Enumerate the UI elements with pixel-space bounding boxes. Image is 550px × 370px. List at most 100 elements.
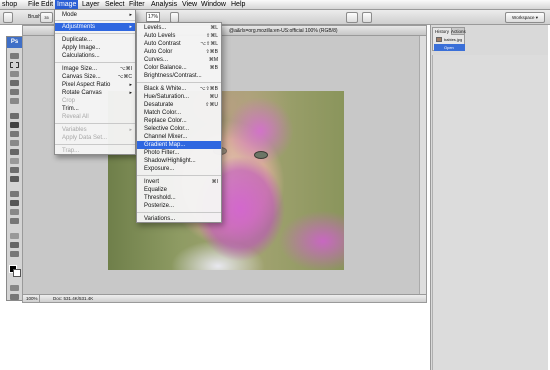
snapshot-label: babies.jpg bbox=[444, 37, 463, 42]
panel-area bbox=[432, 55, 548, 370]
workspace-button[interactable]: Workspace ▾ bbox=[505, 12, 545, 23]
menu-item-levels[interactable]: Levels... ⌘L bbox=[137, 24, 221, 32]
menu-separator bbox=[55, 33, 135, 34]
menu-item-duplicate[interactable]: Duplicate... bbox=[55, 36, 135, 44]
zoom-level[interactable]: 100% bbox=[26, 295, 40, 302]
healing-brush-tool-icon[interactable] bbox=[10, 113, 19, 119]
panel-toggle-button[interactable] bbox=[346, 12, 358, 23]
history-snapshot[interactable]: babies.jpg bbox=[434, 36, 465, 43]
vertical-scrollbar[interactable] bbox=[419, 36, 426, 295]
submenu-arrow-icon: ▸ bbox=[129, 127, 132, 133]
submenu-arrow-icon: ▸ bbox=[129, 24, 132, 30]
menu-item-apply-image[interactable]: Apply Image... bbox=[55, 44, 135, 52]
menu-item-color-balance[interactable]: Color Balance... ⌘B bbox=[137, 64, 221, 72]
menu-view[interactable]: View bbox=[180, 0, 199, 10]
menu-item-desaturate[interactable]: Desaturate ⇧⌘U bbox=[137, 101, 221, 109]
menu-item-brightness-contrast[interactable]: Brightness/Contrast... bbox=[137, 72, 221, 80]
quick-mask-icon[interactable] bbox=[10, 285, 19, 291]
menu-item-canvas-size[interactable]: Canvas Size... ⌥⌘C bbox=[55, 73, 135, 81]
menu-item-auto-color[interactable]: Auto Color ⇧⌘B bbox=[137, 48, 221, 56]
tool-preset-button[interactable] bbox=[3, 12, 13, 23]
history-panel: History Actions babies.jpg Open bbox=[432, 27, 466, 51]
slice-tool-icon[interactable] bbox=[10, 98, 19, 104]
menu-item-variations[interactable]: Variations... bbox=[137, 215, 221, 223]
brush-tool-icon[interactable] bbox=[10, 122, 19, 128]
tools-panel: Ps bbox=[6, 36, 23, 301]
menu-item-equalize[interactable]: Equalize bbox=[137, 186, 221, 194]
menu-item-image-size[interactable]: Image Size... ⌥⌘I bbox=[55, 65, 135, 73]
menu-separator bbox=[55, 144, 135, 145]
history-brush-tool-icon[interactable] bbox=[10, 140, 19, 146]
menu-item-pixel-aspect-ratio[interactable]: Pixel Aspect Ratio ▸ bbox=[55, 81, 135, 89]
tab-actions[interactable]: Actions bbox=[449, 28, 468, 35]
pen-tool-icon[interactable] bbox=[10, 191, 19, 197]
menu-item-channel-mixer[interactable]: Channel Mixer... bbox=[137, 133, 221, 141]
menu-window[interactable]: Window bbox=[199, 0, 228, 10]
menu-item-auto-contrast[interactable]: Auto Contrast ⌥⇧⌘L bbox=[137, 40, 221, 48]
dodge-tool-icon[interactable] bbox=[10, 176, 19, 182]
submenu-arrow-icon: ▸ bbox=[129, 12, 132, 18]
menu-item-hue-saturation[interactable]: Hue/Saturation... ⌘U bbox=[137, 93, 221, 101]
hand-tool-icon[interactable] bbox=[10, 251, 19, 257]
background-color-swatch[interactable] bbox=[13, 269, 21, 277]
brush-picker[interactable]: 35 bbox=[40, 12, 53, 23]
menu-item-trim[interactable]: Trim... bbox=[55, 105, 135, 113]
eraser-tool-icon[interactable] bbox=[10, 149, 19, 155]
gradient-tool-icon[interactable] bbox=[10, 158, 19, 164]
panel-tabs: History Actions bbox=[433, 28, 466, 35]
menu-item-black-white[interactable]: Black & White... ⌥⇧⌘B bbox=[137, 85, 221, 93]
menu-separator bbox=[137, 175, 221, 176]
menu-item-rotate-canvas[interactable]: Rotate Canvas ▸ bbox=[55, 89, 135, 97]
path-selection-tool-icon[interactable] bbox=[10, 209, 19, 215]
menu-item-posterize[interactable]: Posterize... bbox=[137, 202, 221, 210]
eyedropper-tool-icon[interactable] bbox=[10, 242, 19, 248]
menu-analysis[interactable]: Analysis bbox=[149, 0, 179, 10]
menu-separator bbox=[137, 212, 221, 213]
blur-tool-icon[interactable] bbox=[10, 167, 19, 173]
menu-separator bbox=[55, 20, 135, 21]
menu-item-adjustments[interactable]: Adjustments ▸ bbox=[55, 23, 135, 31]
palette-well-button[interactable] bbox=[362, 12, 372, 23]
menu-edit[interactable]: Edit bbox=[39, 0, 55, 10]
crop-tool-icon[interactable] bbox=[10, 89, 19, 95]
menu-item-match-color[interactable]: Match Color... bbox=[137, 109, 221, 117]
menu-item-crop: Crop bbox=[62, 98, 76, 104]
menu-item-invert[interactable]: Invert ⌘I bbox=[137, 178, 221, 186]
clone-stamp-tool-icon[interactable] bbox=[10, 131, 19, 137]
menu-item-curves[interactable]: Curves... ⌘M bbox=[137, 56, 221, 64]
notes-tool-icon[interactable] bbox=[10, 233, 19, 239]
menu-item-calculations[interactable]: Calculations... bbox=[55, 52, 135, 60]
menu-item-variables: Variables ▸ bbox=[62, 127, 132, 133]
menu-item-trap: Trap... bbox=[62, 148, 80, 154]
menu-separator bbox=[55, 123, 135, 124]
snapshot-thumbnail bbox=[436, 37, 442, 42]
menu-item-auto-levels[interactable]: Auto Levels ⇧⌘L bbox=[137, 32, 221, 40]
screen-mode-icon[interactable] bbox=[10, 294, 19, 300]
menu-photoshop[interactable]: shop bbox=[0, 0, 19, 10]
menu-item-exposure[interactable]: Exposure... bbox=[137, 165, 221, 173]
menu-item-photo-filter[interactable]: Photo Filter... bbox=[137, 149, 221, 157]
adjustments-submenu: Levels... ⌘L Auto Levels ⇧⌘L Auto Contrast… bbox=[136, 22, 222, 223]
document-status-bar: 100% Doc: 531.4K/531.4K bbox=[23, 294, 426, 302]
menu-item-threshold[interactable]: Threshold... bbox=[137, 194, 221, 202]
menu-item-mode[interactable]: Mode ▸ bbox=[55, 11, 135, 19]
image-menu: Mode ▸ Adjustments ▸ Duplicate... Apply Im… bbox=[54, 9, 136, 155]
menu-item-gradient-map[interactable]: Gradient Map... bbox=[137, 141, 221, 149]
document-size[interactable]: Doc: 531.4K/531.4K bbox=[53, 295, 93, 303]
type-tool-icon[interactable] bbox=[10, 200, 19, 206]
menu-item-apply-data-set: Apply Data Set... bbox=[62, 135, 108, 141]
magic-wand-tool-icon[interactable] bbox=[10, 80, 19, 86]
photoshop-logo: Ps bbox=[7, 37, 22, 48]
menu-item-selective-color[interactable]: Selective Color... bbox=[137, 125, 221, 133]
menu-help[interactable]: Help bbox=[229, 0, 247, 10]
lasso-tool-icon[interactable] bbox=[10, 71, 19, 77]
move-tool-icon[interactable] bbox=[10, 53, 19, 59]
marquee-tool-icon[interactable] bbox=[10, 62, 19, 68]
menu-item-replace-color[interactable]: Replace Color... bbox=[137, 117, 221, 125]
menu-item-shadow-highlight[interactable]: Shadow/Highlight... bbox=[137, 157, 221, 165]
image-eye-right bbox=[254, 151, 268, 159]
shape-tool-icon[interactable] bbox=[10, 218, 19, 224]
document-title: @a&rls=org.mozilla:en-US:official 100% (… bbox=[229, 28, 338, 34]
flow-field[interactable]: 17% bbox=[146, 12, 160, 22]
history-state-open[interactable]: Open bbox=[434, 44, 465, 51]
